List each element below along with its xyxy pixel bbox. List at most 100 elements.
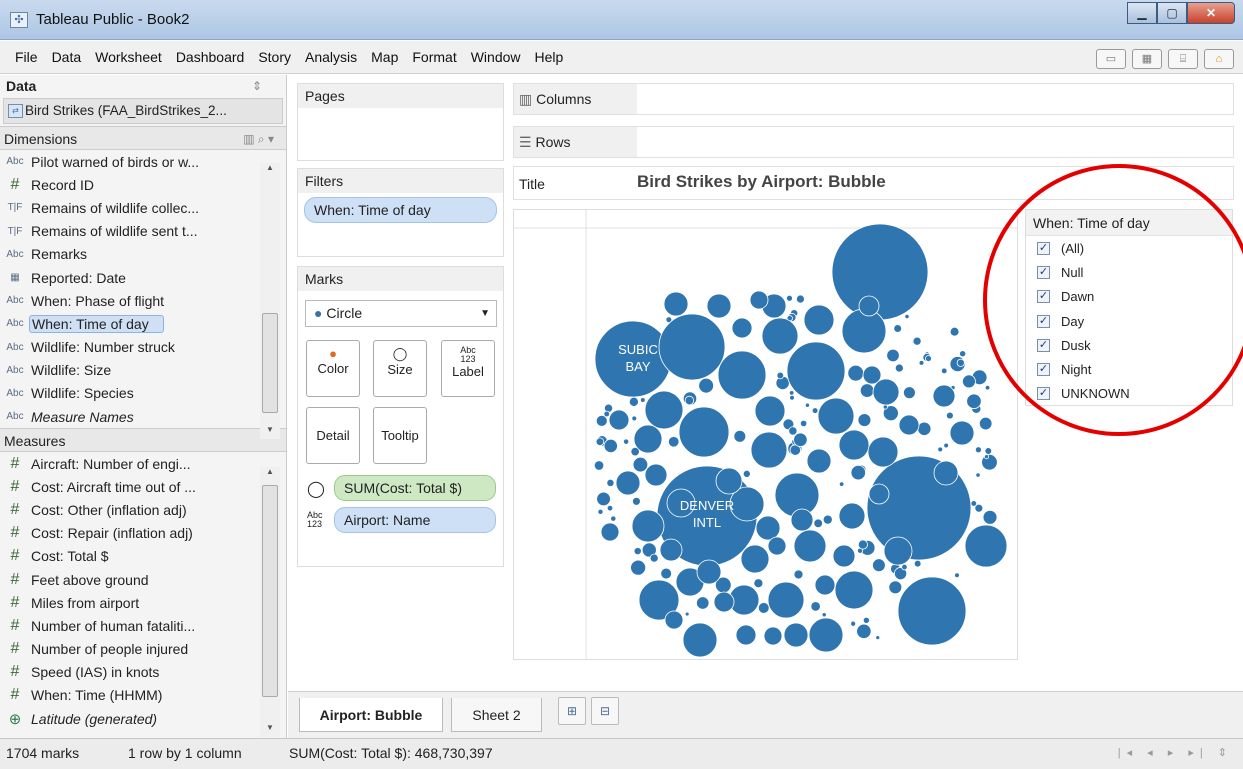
bubble-mark[interactable] xyxy=(917,421,932,436)
dimensions-field-7[interactable]: Abc When: Time of day xyxy=(0,312,286,335)
bubble-mark[interactable] xyxy=(945,411,954,420)
bubble-mark[interactable] xyxy=(817,397,855,435)
menu-worksheet[interactable]: Worksheet xyxy=(88,41,169,74)
bubble-mark[interactable] xyxy=(970,500,978,507)
bubble-mark[interactable] xyxy=(628,396,639,407)
bubble-mark[interactable] xyxy=(925,355,932,362)
bubble-mark[interactable] xyxy=(649,553,659,563)
measures-field-5[interactable]: # Feet above ground xyxy=(0,568,286,591)
bubble-mark[interactable] xyxy=(615,470,641,496)
bubble-mark[interactable] xyxy=(698,377,714,394)
bubble-mark[interactable] xyxy=(943,442,949,449)
menu-window[interactable]: Window xyxy=(464,41,528,74)
bubble-mark[interactable] xyxy=(858,295,880,317)
dimensions-field-8[interactable]: Abc Wildlife: Number struck xyxy=(0,336,286,359)
bubble-mark[interactable] xyxy=(982,509,998,525)
bubble-mark[interactable] xyxy=(597,508,604,515)
close-button[interactable]: ✕ xyxy=(1187,2,1235,24)
bubble-mark[interactable] xyxy=(831,223,929,321)
measures-field-6[interactable]: # Miles from airport xyxy=(0,591,286,614)
bubble-mark[interactable] xyxy=(740,544,770,574)
bubble-mark[interactable] xyxy=(821,612,827,618)
bubble-mark[interactable] xyxy=(623,438,630,445)
bubble-mark[interactable] xyxy=(904,313,910,320)
tab-airport-bubble[interactable]: Airport: Bubble xyxy=(299,698,443,732)
bubble-mark[interactable] xyxy=(684,611,690,617)
sheet-navigation-icons[interactable]: |◂ ◂ ▸ ▸| ⇕ xyxy=(1118,739,1233,768)
bubble-mark[interactable] xyxy=(663,291,689,317)
bubble-mark[interactable] xyxy=(696,596,710,610)
bubble-mark[interactable] xyxy=(898,414,920,436)
bubble-mark[interactable] xyxy=(783,622,809,648)
bubble-mark[interactable] xyxy=(706,293,732,319)
bubble-mark[interactable] xyxy=(964,524,1008,568)
maximize-button[interactable]: ▢ xyxy=(1157,2,1187,24)
bubble-mark[interactable] xyxy=(776,371,785,380)
dimensions-field-1[interactable]: # Record ID xyxy=(0,173,286,196)
filters-shelf[interactable]: Filters When: Time of day xyxy=(297,168,504,257)
bubble-mark[interactable] xyxy=(668,436,680,448)
menu-format[interactable]: Format xyxy=(405,41,463,74)
bubble-mark[interactable] xyxy=(847,364,865,382)
chevron-down-icon[interactable]: ▾ xyxy=(268,132,274,146)
bubble-mark[interactable] xyxy=(975,472,981,478)
bubble-mark[interactable] xyxy=(897,576,967,646)
bubble-mark[interactable] xyxy=(883,536,913,566)
bubble-mark[interactable] xyxy=(954,572,960,579)
columns-drop-zone[interactable] xyxy=(637,84,1233,114)
menu-story[interactable]: Story xyxy=(251,41,298,74)
datasource-item[interactable]: ⇄ Bird Strikes (FAA_BirdStrikes_2... xyxy=(3,98,283,124)
measures-field-3[interactable]: # Cost: Repair (inflation adj) xyxy=(0,522,286,545)
home-icon[interactable]: ⌂ xyxy=(1204,49,1234,69)
bubble-mark[interactable] xyxy=(793,432,808,447)
minimize-button[interactable]: ▁ xyxy=(1127,2,1157,24)
tab-sheet-2[interactable]: Sheet 2 xyxy=(451,698,542,732)
dimensions-field-10[interactable]: Abc Wildlife: Species xyxy=(0,382,286,405)
bubble-mark[interactable] xyxy=(754,395,786,427)
bubble-mark[interactable] xyxy=(838,429,870,461)
bubble-mark[interactable] xyxy=(940,367,948,375)
bubble-mark[interactable] xyxy=(715,467,743,495)
measures-field-8[interactable]: # Number of people injured xyxy=(0,638,286,661)
bubble-mark[interactable] xyxy=(682,622,718,658)
label-pill-airport-name[interactable]: Airport: Name xyxy=(334,507,496,533)
detail-button[interactable]: Detail xyxy=(306,407,360,464)
dimensions-field-2[interactable]: T|F Remains of wildlife collec... xyxy=(0,196,286,219)
menu-help[interactable]: Help xyxy=(528,41,571,74)
bubble-mark[interactable] xyxy=(595,437,605,446)
bubble-mark[interactable] xyxy=(793,569,804,580)
rows-shelf[interactable]: ☰ Rows xyxy=(513,126,1234,158)
bubble-mark[interactable] xyxy=(811,407,819,414)
bubble-mark[interactable] xyxy=(974,446,982,454)
rows-drop-zone[interactable] xyxy=(637,127,1233,157)
bubble-mark[interactable] xyxy=(859,383,875,398)
bubble-mark[interactable] xyxy=(644,463,668,487)
bubble-mark[interactable] xyxy=(933,460,959,486)
bubble-mark[interactable] xyxy=(767,536,787,556)
bubble-mark[interactable] xyxy=(862,365,882,385)
bubble-mark[interactable] xyxy=(788,426,798,436)
bubble-mark[interactable] xyxy=(810,601,821,612)
bubble-mark[interactable] xyxy=(644,390,684,430)
bubble-mark[interactable] xyxy=(789,394,795,401)
dimensions-field-5[interactable]: ▦ Reported: Date xyxy=(0,266,286,289)
bubble-mark[interactable] xyxy=(868,483,890,505)
bubble-mark[interactable] xyxy=(886,348,900,363)
dimensions-field-0[interactable]: Abc Pilot warned of birds or w... xyxy=(0,150,286,173)
bubble-mark[interactable] xyxy=(630,559,647,576)
bubble-mark[interactable] xyxy=(901,563,908,571)
bubble-mark[interactable] xyxy=(984,454,990,460)
bubble-chart-view[interactable]: SUBIC BAY DENVER INTL xyxy=(513,209,1018,660)
measures-field-11[interactable]: ⊕ Latitude (generated) xyxy=(0,707,286,730)
bubble-mark[interactable] xyxy=(838,481,845,487)
bubble-mark[interactable] xyxy=(966,393,982,409)
bubble-mark[interactable] xyxy=(806,448,832,474)
view-title[interactable]: Bird Strikes by Airport: Bubble xyxy=(637,172,886,192)
columns-shelf[interactable]: ▥ Columns xyxy=(513,83,1234,115)
bubble-mark[interactable] xyxy=(684,395,695,406)
bubble-mark[interactable] xyxy=(733,429,747,443)
menu-analysis[interactable]: Analysis xyxy=(298,41,364,74)
bubble-mark[interactable] xyxy=(713,591,735,613)
bubble-mark[interactable] xyxy=(918,360,925,366)
mark-type-dropdown[interactable]: ● Circle ▼ xyxy=(305,300,497,327)
